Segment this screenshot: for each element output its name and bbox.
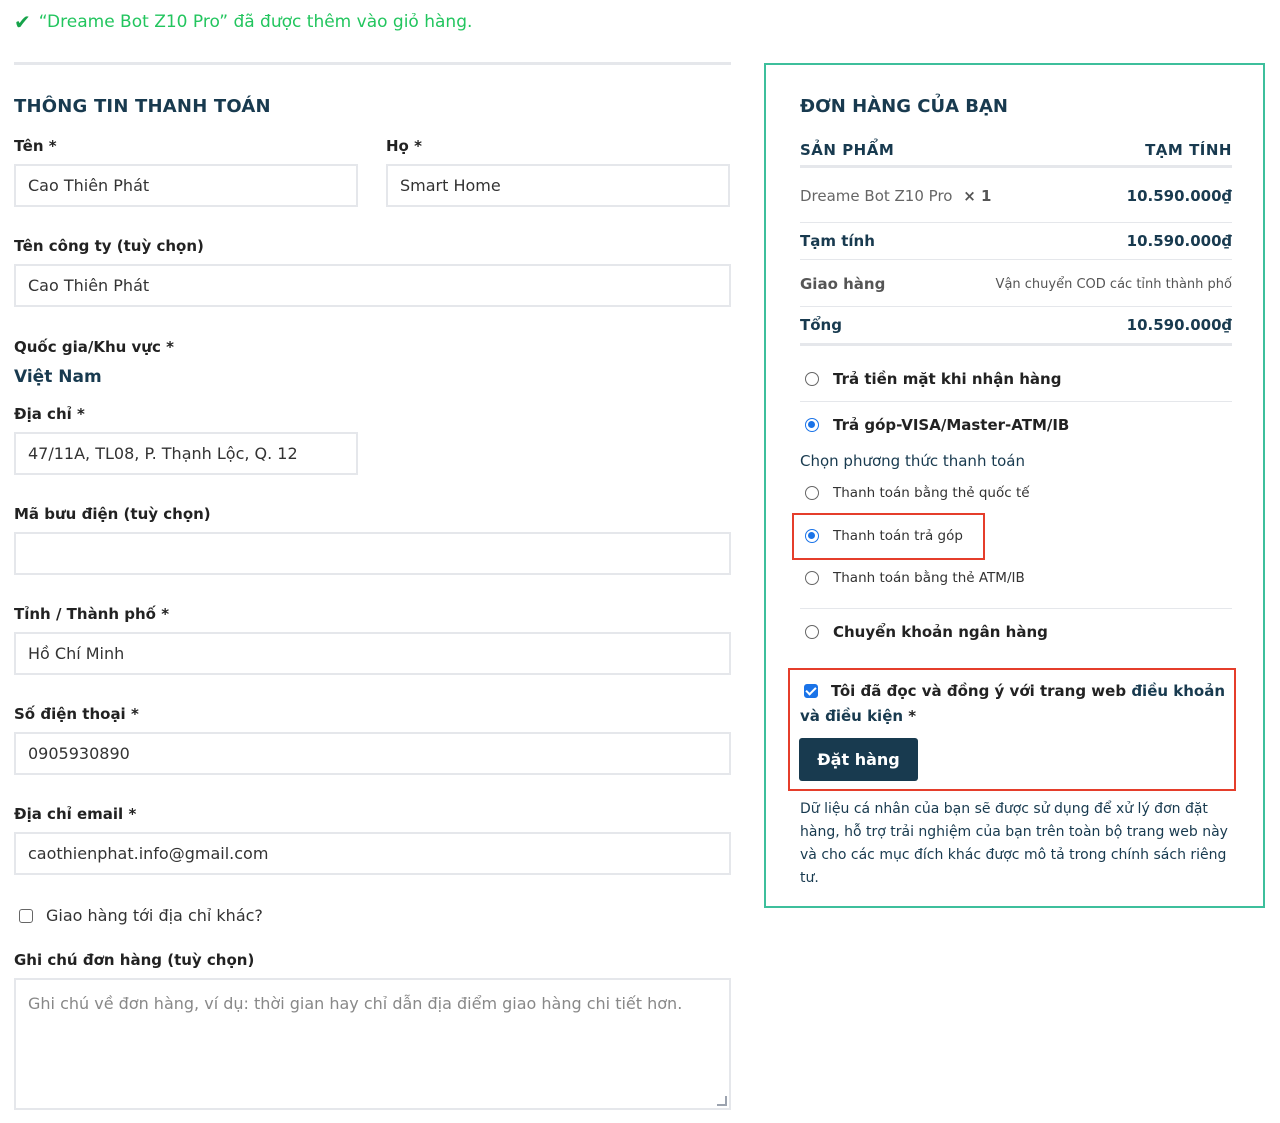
option-atm-card[interactable]: Thanh toán bằng thẻ ATM/IB: [805, 570, 1237, 586]
first-name-label: Tên *: [14, 137, 57, 155]
order-item-row: Dreame Bot Z10 Pro × 1 10.590.000₫: [800, 187, 1232, 205]
cart-notice: ✔ “Dreame Bot Z10 Pro” đã được thêm vào …: [14, 10, 472, 34]
option-international-card[interactable]: Thanh toán bằng thẻ quốc tế: [805, 485, 1237, 501]
last-name-input[interactable]: Smart Home: [386, 164, 730, 207]
item-price: 10.590.000₫: [1126, 187, 1232, 205]
ship-different-checkbox[interactable]: [19, 908, 33, 923]
international-card-label: Thanh toán bằng thẻ quốc tế: [833, 485, 1030, 501]
divider: [800, 222, 1232, 223]
billing-title: THÔNG TIN THANH TOÁN: [14, 96, 271, 117]
shipping-label: Giao hàng: [800, 275, 886, 293]
international-card-radio[interactable]: [805, 486, 819, 500]
address-label: Địa chỉ *: [14, 405, 85, 423]
phone-input[interactable]: 0905930890: [14, 732, 731, 775]
ship-different-option[interactable]: Giao hàng tới địa chỉ khác?: [19, 906, 263, 925]
shipping-row: Giao hàng Vận chuyển COD các tỉnh thành …: [800, 275, 1232, 293]
first-name-input[interactable]: Cao Thiên Phát: [14, 164, 358, 207]
total-row: Tổng 10.590.000₫: [800, 316, 1232, 334]
total-value: 10.590.000₫: [1126, 316, 1232, 334]
payment-cod-label: Trả tiền mặt khi nhận hàng: [833, 370, 1062, 388]
subtotal-value: 10.590.000₫: [1126, 232, 1232, 250]
email-input[interactable]: caothienphat.info@gmail.com: [14, 832, 731, 875]
billing-section: [14, 62, 731, 65]
city-label: Tỉnh / Thành phố *: [14, 605, 170, 623]
col-subtotal: TẠM TÍNH: [1145, 141, 1232, 159]
notes-label: Ghi chú đơn hàng (tuỳ chọn): [14, 951, 255, 969]
divider: [800, 343, 1232, 346]
shipping-value: Vận chuyển COD các tỉnh thành phố: [995, 276, 1232, 292]
check-icon: ✔: [14, 10, 31, 34]
payment-bank-transfer-option[interactable]: Chuyển khoản ngân hàng: [805, 623, 1237, 641]
country-label: Quốc gia/Khu vực *: [14, 338, 174, 356]
address-input[interactable]: 47/11A, TL08, P. Thạnh Lộc, Q. 12: [14, 432, 358, 475]
subtotal-row: Tạm tính 10.590.000₫: [800, 232, 1232, 250]
notes-placeholder: Ghi chú về đơn hàng, ví dụ: thời gian ha…: [28, 994, 683, 1013]
order-table-header: SẢN PHẨM TẠM TÍNH: [800, 141, 1232, 159]
postcode-label: Mã bưu điện (tuỳ chọn): [14, 505, 211, 523]
country-value: Việt Nam: [14, 367, 102, 387]
payment-cod-option[interactable]: Trả tiền mặt khi nhận hàng: [805, 370, 1237, 388]
company-label: Tên công ty (tuỳ chọn): [14, 237, 204, 255]
bank-transfer-label: Chuyển khoản ngân hàng: [833, 623, 1048, 641]
highlight-installment: [792, 513, 985, 560]
divider: [800, 165, 1232, 168]
item-qty: × 1: [963, 187, 992, 205]
postcode-input[interactable]: [14, 532, 731, 575]
divider: [800, 401, 1232, 402]
resize-handle-icon[interactable]: [717, 1096, 727, 1106]
email-label: Địa chỉ email *: [14, 805, 137, 823]
item-name: Dreame Bot Z10 Pro: [800, 187, 953, 205]
company-input[interactable]: Cao Thiên Phát: [14, 264, 731, 307]
divider: [800, 306, 1232, 307]
city-input[interactable]: Hồ Chí Minh: [14, 632, 731, 675]
phone-label: Số điện thoại *: [14, 705, 139, 723]
privacy-text: Dữ liệu cá nhân của bạn sẽ được sử dụng …: [800, 801, 1228, 886]
highlight-terms-order: [788, 668, 1236, 791]
divider: [800, 259, 1232, 260]
payment-cod-radio[interactable]: [805, 372, 819, 386]
ship-different-label: Giao hàng tới địa chỉ khác?: [46, 906, 263, 925]
order-title: ĐƠN HÀNG CỦA BẠN: [800, 96, 1008, 117]
bank-transfer-radio[interactable]: [805, 625, 819, 639]
divider: [800, 608, 1232, 609]
divider: [14, 62, 731, 65]
total-label: Tổng: [800, 316, 842, 334]
choose-method-label: Chọn phương thức thanh toán: [800, 452, 1025, 470]
payment-installment-label: Trả góp-VISA/Master-ATM/IB: [833, 416, 1070, 434]
col-product: SẢN PHẨM: [800, 141, 895, 159]
subtotal-label: Tạm tính: [800, 232, 875, 250]
atm-card-radio[interactable]: [805, 571, 819, 585]
atm-card-label: Thanh toán bằng thẻ ATM/IB: [833, 570, 1025, 586]
payment-installment-radio[interactable]: [805, 418, 819, 432]
last-name-label: Họ *: [386, 137, 422, 155]
notes-textarea[interactable]: Ghi chú về đơn hàng, ví dụ: thời gian ha…: [14, 978, 731, 1110]
payment-installment-option[interactable]: Trả góp-VISA/Master-ATM/IB: [805, 416, 1237, 434]
cart-notice-text: “Dreame Bot Z10 Pro” đã được thêm vào gi…: [38, 12, 473, 32]
